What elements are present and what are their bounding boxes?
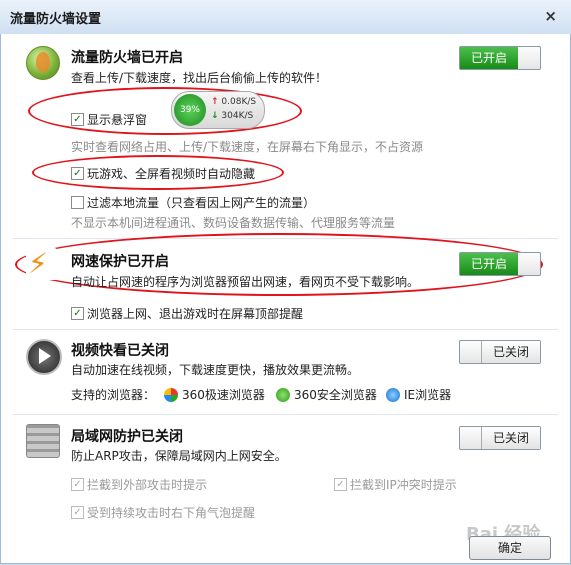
continuous-attack-label: 受到持续攻击时右下角气泡提醒 xyxy=(87,506,256,520)
speed-toggle[interactable]: 已开启 xyxy=(459,252,541,276)
usage-gauge: 39% xyxy=(174,94,206,126)
video-play-icon xyxy=(26,339,62,375)
speed-desc: 自动让占网速的程序为浏览器预留出网速，看网页不受下载影响。 xyxy=(71,275,420,289)
download-rate: ↓ 304K/S xyxy=(211,111,254,121)
video-toggle-label: 已关闭 xyxy=(481,341,540,363)
browser-ie-label: IE浏览器 xyxy=(404,388,452,402)
window-title: 流量防火墙设置 xyxy=(10,12,102,27)
browser-360safe-icon xyxy=(276,387,290,402)
lan-title: 局域网防护已关闭 xyxy=(71,429,183,445)
firewall-toggle-label: 已开启 xyxy=(460,47,518,69)
checkbox-check: ✓ xyxy=(71,478,84,491)
browser-ie-icon xyxy=(386,387,400,402)
settings-panel: 流量防火墙已开启 查看上传/下载速度，找出后台偷偷上传的软件！ 已开启 ✓ 显示… xyxy=(0,34,571,564)
block-external-checkbox[interactable]: ✓ 拦截到外部攻击时提示 xyxy=(71,476,207,493)
firewall-desc: 查看上传/下载速度，找出后台偷偷上传的软件！ xyxy=(71,71,328,85)
browsers-label: 支持的浏览器： xyxy=(71,388,156,402)
lan-toggle[interactable]: 已关闭 xyxy=(459,426,541,450)
block-ip-label: 拦截到IP冲突时提示 xyxy=(350,478,457,492)
lan-toggle-label: 已关闭 xyxy=(481,427,540,449)
browser-360speed-icon xyxy=(164,387,178,402)
browser-ie: IE浏览器 xyxy=(386,386,451,403)
speed-protect-icon: ⚡ xyxy=(26,248,58,280)
game-hide-label: 玩游戏、全屏看视频时自动隐藏 xyxy=(87,167,256,181)
float-window-preview: 39% ↑ 0.08K/S ↓ 304K/S xyxy=(171,91,265,129)
browser-remind-label: 浏览器上网、退出游戏时在屏幕顶部提醒 xyxy=(87,307,304,321)
firewall-title: 流量防火墙已开启 xyxy=(71,50,183,66)
block-external-label: 拦截到外部攻击时提示 xyxy=(87,478,208,492)
filter-local-checkbox[interactable]: 过滤本地流量（只查看因上网产生的流量） xyxy=(71,194,315,211)
speed-toggle-label: 已开启 xyxy=(460,253,518,275)
float-desc: 实时查看网络占用、上传/下载速度，在屏幕右下角显示，不占资源 xyxy=(71,140,424,154)
browser-remind-checkbox[interactable]: ✓ 浏览器上网、退出游戏时在屏幕顶部提醒 xyxy=(71,305,303,322)
title-bar: 流量防火墙设置 × xyxy=(0,0,571,35)
ok-button[interactable]: 确定 xyxy=(469,536,551,560)
continuous-attack-checkbox[interactable]: ✓ 受到持续攻击时右下角气泡提醒 xyxy=(71,504,255,521)
video-toggle[interactable]: 已关闭 xyxy=(459,340,541,364)
checkbox-check: ✓ xyxy=(71,506,84,519)
arrow-down-icon: ↓ xyxy=(211,111,219,121)
brick-wall-icon xyxy=(26,424,60,458)
upload-rate: ↑ 0.08K/S xyxy=(211,97,257,107)
filter-local-label: 过滤本地流量（只查看因上网产生的流量） xyxy=(87,196,316,210)
checkbox-check: ✓ xyxy=(334,478,347,491)
section-divider xyxy=(13,329,558,330)
browser-360safe-label: 360安全浏览器 xyxy=(294,388,377,402)
checkbox-empty xyxy=(71,196,84,209)
browser-360safe: 360安全浏览器 xyxy=(276,386,377,403)
filter-local-desc: 不显示本机间进程通讯、数码设备数据传输、代理服务等流量 xyxy=(71,216,396,230)
video-desc: 自动加速在线视频，下载速度更快，播放效果更流畅。 xyxy=(71,363,360,377)
checkbox-check: ✓ xyxy=(71,113,84,126)
firewall-toggle[interactable]: 已开启 xyxy=(459,46,541,70)
show-float-label: 显示悬浮窗 xyxy=(87,113,148,127)
checkbox-check: ✓ xyxy=(71,307,84,320)
browser-360speed-label: 360极速浏览器 xyxy=(182,388,265,402)
show-float-checkbox[interactable]: ✓ 显示悬浮窗 xyxy=(71,111,147,128)
close-icon[interactable]: × xyxy=(544,7,557,25)
section-divider xyxy=(13,414,558,415)
checkbox-check: ✓ xyxy=(71,167,84,180)
speed-title: 网速保护已开启 xyxy=(71,254,169,270)
shield-fire-icon xyxy=(26,46,60,80)
block-ip-checkbox[interactable]: ✓ 拦截到IP冲突时提示 xyxy=(334,476,457,493)
browser-360speed: 360极速浏览器 xyxy=(164,386,265,403)
lan-desc: 防止ARP攻击，保障局域网内上网安全。 xyxy=(71,449,287,463)
game-hide-checkbox[interactable]: ✓ 玩游戏、全屏看视频时自动隐藏 xyxy=(71,165,255,182)
section-divider xyxy=(13,238,558,239)
video-title: 视频快看已关闭 xyxy=(71,343,169,359)
arrow-up-icon: ↑ xyxy=(211,97,219,107)
